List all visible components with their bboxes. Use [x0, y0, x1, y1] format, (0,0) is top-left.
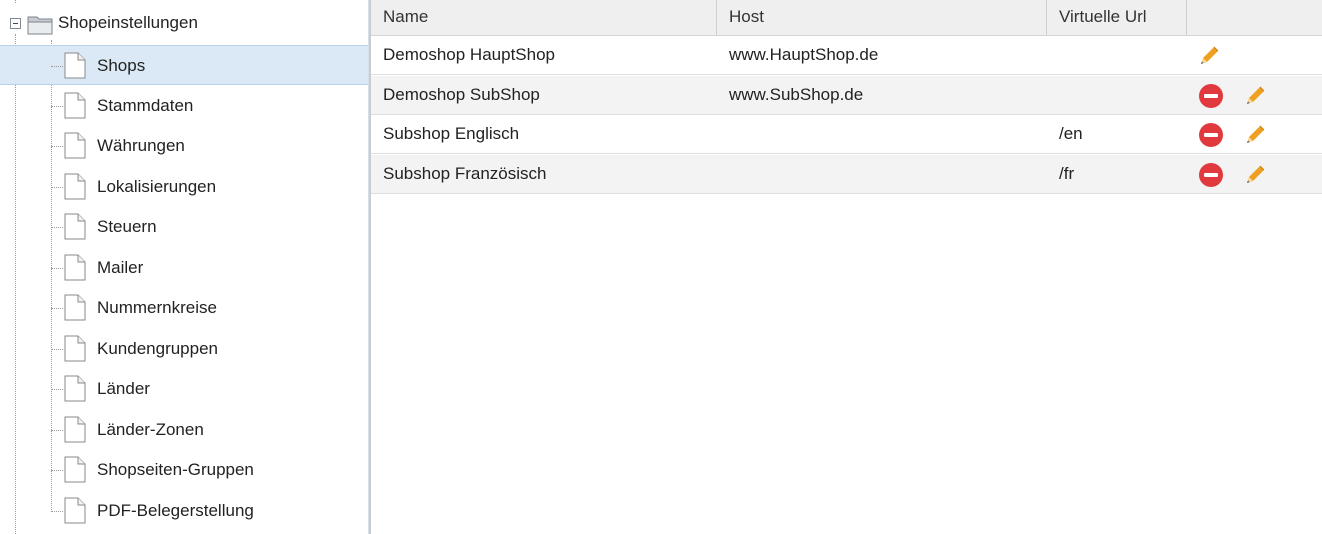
tree-connector: [51, 308, 63, 309]
delete-icon[interactable]: [1198, 122, 1224, 148]
tree-item-label: Mailer: [97, 257, 144, 277]
tree-item-kundengruppen[interactable]: Kundengruppen: [0, 329, 368, 369]
tree-connector: [51, 348, 63, 350]
column-header-actions: [1187, 0, 1322, 36]
tree-connector: [51, 227, 63, 228]
document-icon: [64, 416, 86, 443]
tree-item-shopseiten-gruppen[interactable]: Shopseiten-Gruppen: [0, 450, 368, 490]
cell-virtual-url: [1047, 76, 1059, 115]
edit-icon[interactable]: [1242, 83, 1268, 109]
cell-virtual-url: /en: [1059, 124, 1083, 143]
cell-host: [717, 115, 729, 154]
shops-grid: Name Host Virtuelle Url Demoshop HauptSh…: [371, 0, 1322, 534]
folder-icon: [26, 14, 56, 36]
tree-item-label: Länder-Zonen: [97, 419, 204, 439]
tree-panel: Shopeinstellungen Shops Stammdaten Währung…: [0, 0, 368, 534]
cell-host: [717, 155, 729, 194]
grid-row[interactable]: Subshop Englisch/en: [371, 115, 1322, 154]
tree-item-länder-zonen[interactable]: Länder-Zonen: [0, 410, 368, 450]
grid-row[interactable]: Demoshop SubShop www.SubShop.de: [371, 75, 1322, 115]
grid-row[interactable]: Demoshop HauptShop www.HauptShop.de: [371, 36, 1322, 75]
cell-name: Demoshop HauptShop: [383, 45, 556, 64]
tree-connector: [51, 105, 63, 107]
cell-name: Subshop Französisch: [383, 163, 547, 183]
document-icon: [64, 173, 86, 200]
delete-icon[interactable]: [1198, 83, 1224, 109]
column-header-name[interactable]: Name: [371, 0, 717, 36]
app-window: Shopeinstellungen Shops Stammdaten Währung…: [0, 0, 1322, 534]
tree-item-steuern[interactable]: Steuern: [0, 207, 368, 247]
document-icon: [64, 52, 86, 79]
tree-item-label: PDF-Belegerstellung: [97, 500, 254, 520]
document-icon: [64, 132, 86, 159]
tree-item-lokalisierungen[interactable]: Lokalisierungen: [0, 167, 368, 207]
tree-item-label: Steuern: [97, 217, 157, 236]
tree-item-label: Kundengruppen: [97, 338, 219, 358]
tree-connector: [51, 186, 63, 188]
tree-connector: [51, 470, 63, 471]
edit-icon[interactable]: [1242, 122, 1268, 148]
cell-virtual-url: [1047, 36, 1059, 75]
document-icon: [64, 375, 86, 402]
tree-connector: [51, 267, 63, 269]
edit-icon[interactable]: [1242, 162, 1268, 188]
grid-header: Name Host Virtuelle Url: [371, 0, 1322, 36]
document-icon: [64, 497, 86, 524]
tree-item-nummernkreise[interactable]: Nummernkreise: [0, 288, 368, 328]
tree-connector: [51, 146, 63, 147]
document-icon: [64, 294, 86, 321]
tree-connector: [51, 429, 63, 431]
tree-item-label: Nummernkreise: [97, 298, 217, 317]
document-icon: [64, 456, 86, 483]
cell-name: Subshop Englisch: [383, 124, 520, 143]
tree-item-pdf-belegerstellung[interactable]: PDF-Belegerstellung: [0, 491, 368, 531]
cell-name: Demoshop SubShop: [383, 84, 540, 104]
collapse-icon[interactable]: [10, 18, 21, 29]
tree-item-label: Währungen: [97, 136, 185, 155]
tree-item-stammdaten[interactable]: Stammdaten: [0, 86, 368, 126]
tree-item-shops[interactable]: Shops: [0, 45, 368, 85]
document-icon: [64, 254, 86, 281]
cell-virtual-url: /fr: [1059, 163, 1075, 183]
tree-connector: [51, 66, 63, 67]
column-header-virtual-url[interactable]: Virtuelle Url: [1047, 0, 1187, 36]
tree-item-label: Stammdaten: [97, 95, 194, 115]
document-icon: [64, 335, 86, 362]
tree-item-länder[interactable]: Länder: [0, 369, 368, 409]
tree-item-label: Shopseiten-Gruppen: [97, 460, 254, 479]
edit-icon[interactable]: [1196, 43, 1222, 69]
document-icon: [64, 92, 86, 119]
grid-row[interactable]: Subshop Französisch/fr: [371, 154, 1322, 194]
delete-icon[interactable]: [1198, 162, 1224, 188]
tree-item-währungen[interactable]: Währungen: [0, 126, 368, 166]
tree-root-label: Shopeinstellungen: [58, 13, 198, 32]
cell-host: www.SubShop.de: [729, 84, 864, 104]
tree-item-label: Länder: [97, 379, 150, 398]
tree-item-label: Shops: [97, 56, 146, 75]
cell-host: www.HauptShop.de: [729, 45, 879, 64]
document-icon: [64, 213, 86, 240]
tree-connector: [51, 389, 63, 390]
tree-root-shopeinstellungen[interactable]: Shopeinstellungen: [0, 3, 368, 43]
tree-item-mailer[interactable]: Mailer: [0, 248, 368, 288]
tree-connector: [51, 510, 63, 512]
column-header-host[interactable]: Host: [717, 0, 1047, 36]
tree-item-label: Lokalisierungen: [97, 176, 217, 196]
